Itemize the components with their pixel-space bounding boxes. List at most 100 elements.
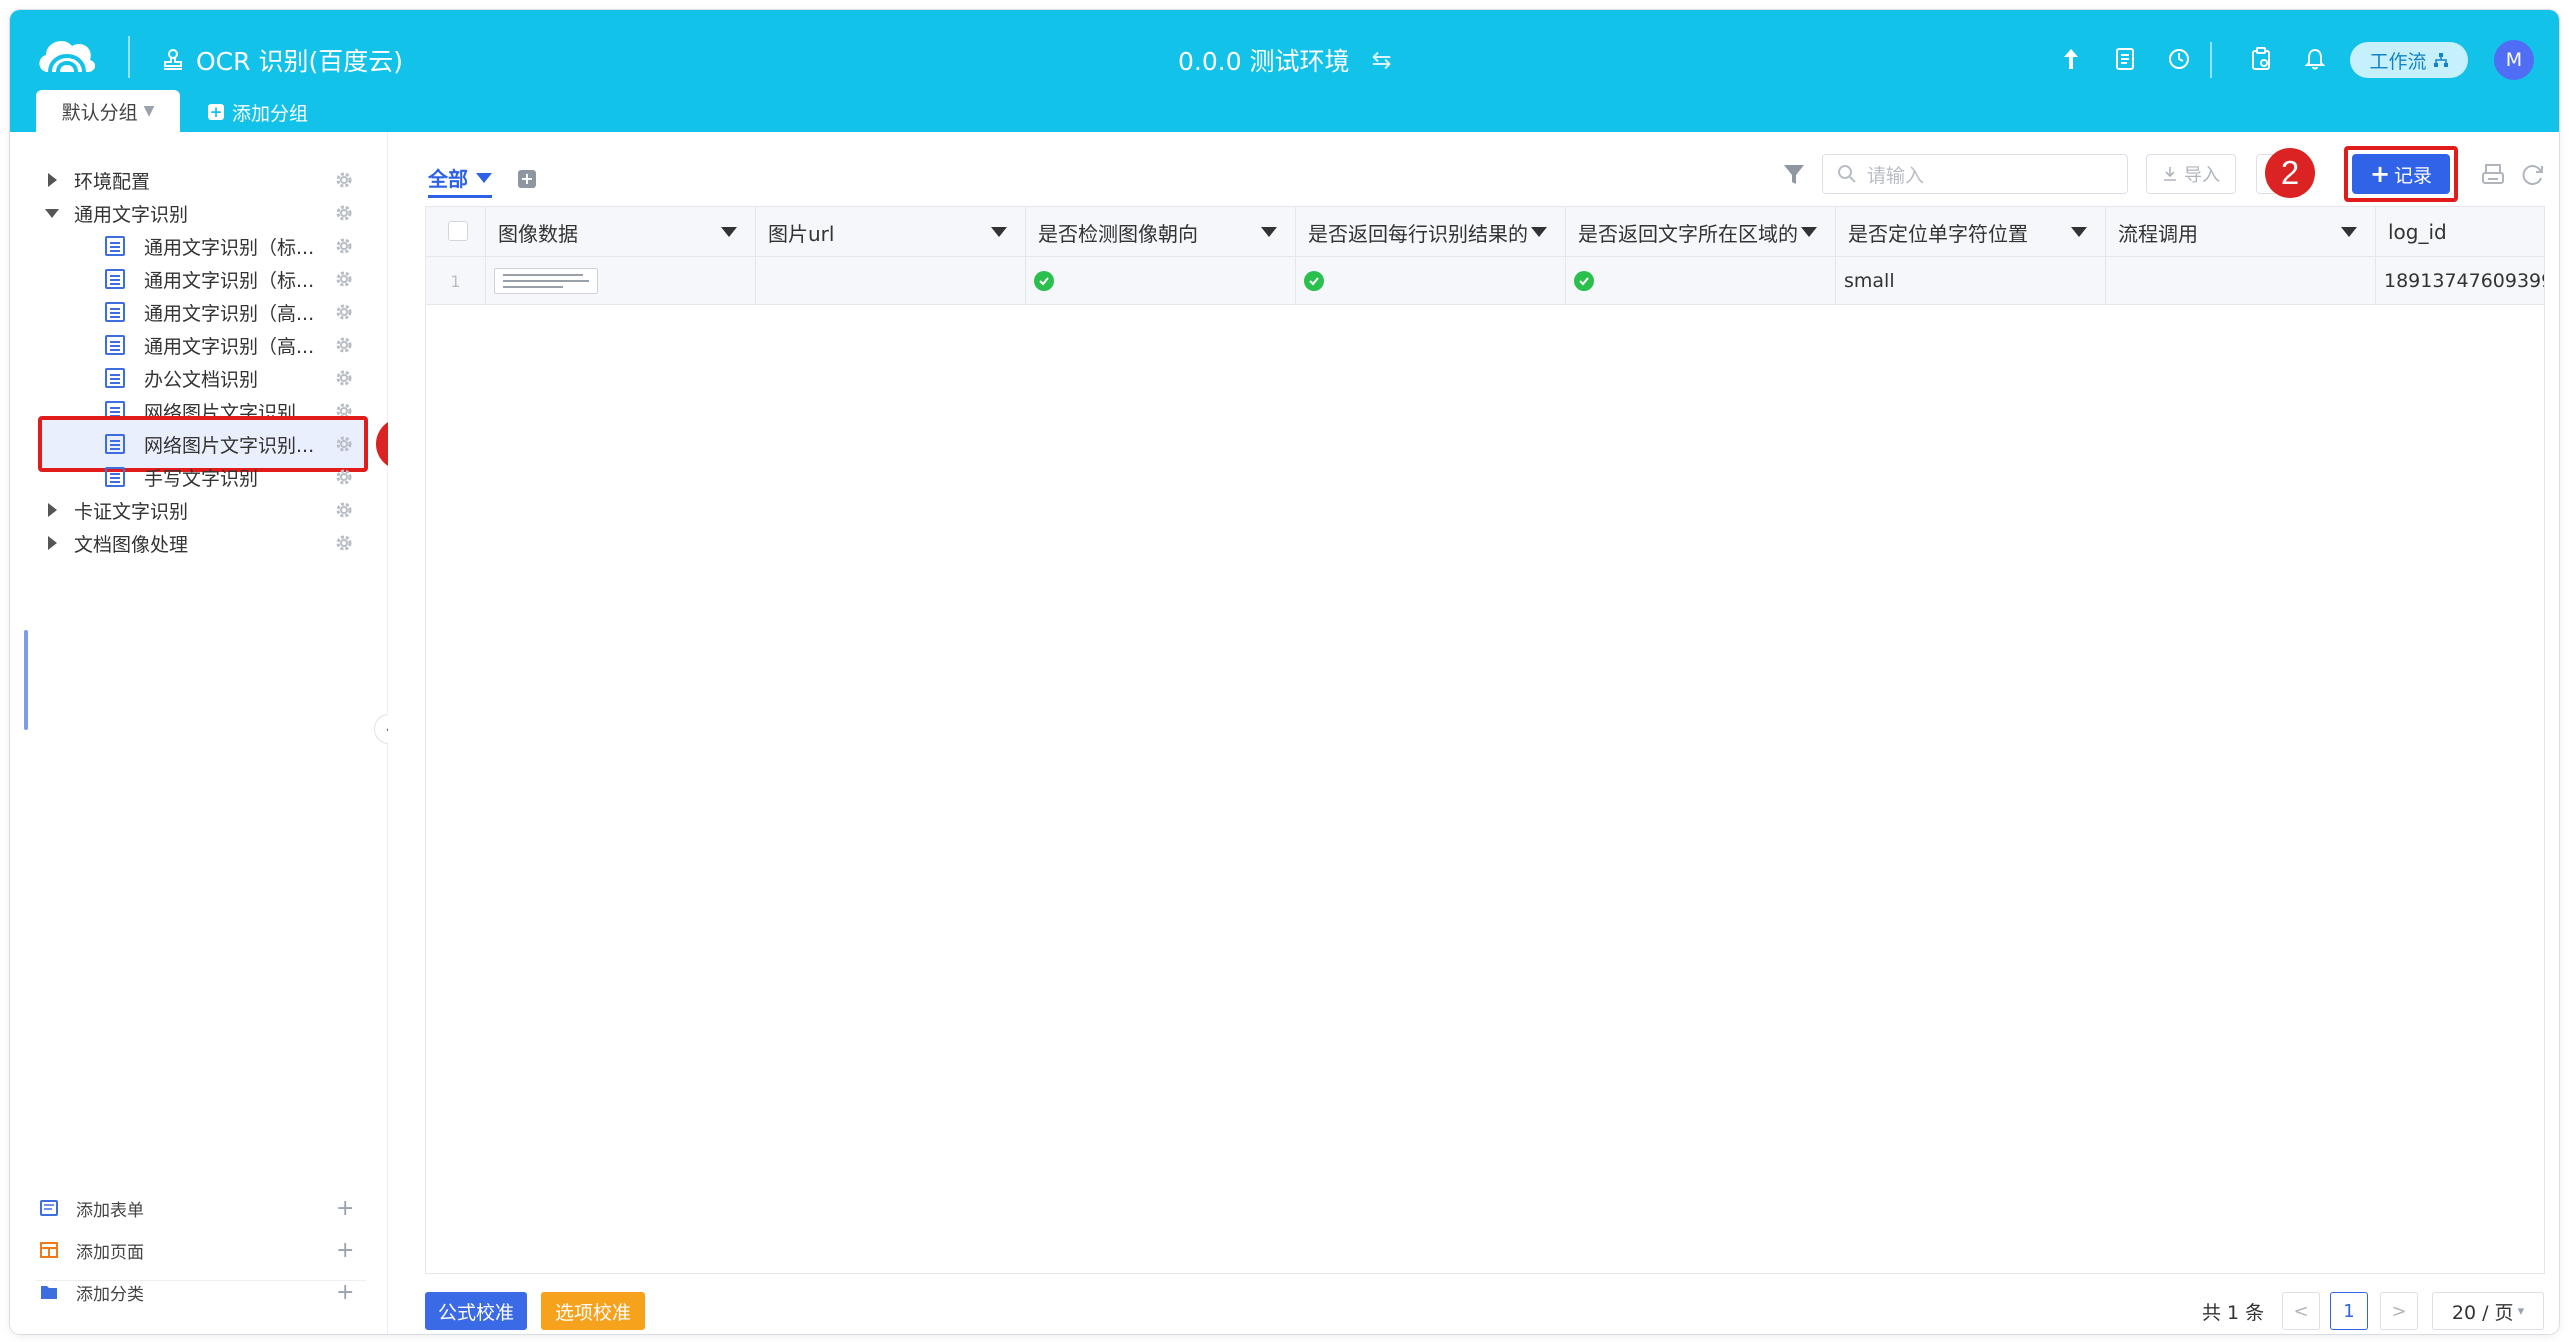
caret-right-icon[interactable] — [48, 173, 57, 187]
table-header: 图像数据 图片url 是否检测图像朝向 是否返回每行识别结果的 是否返回文字所在… — [426, 207, 2544, 257]
column-header[interactable]: 图片url — [756, 207, 1026, 257]
chevron-down-icon: ▼ — [143, 103, 155, 119]
clipboard-icon[interactable] — [2246, 44, 2276, 74]
gear-icon[interactable] — [334, 236, 354, 256]
detect-direction-cell[interactable] — [1026, 257, 1296, 305]
group-tab-default[interactable]: 默认分组 ▼ — [36, 90, 180, 132]
upload-icon[interactable] — [2056, 44, 2086, 74]
column-header[interactable]: 图像数据 — [486, 207, 756, 257]
hierarchy-icon — [2433, 53, 2448, 67]
current-page-button[interactable]: 1 — [2330, 1292, 2368, 1330]
gear-icon[interactable] — [334, 467, 354, 487]
search-icon — [1838, 165, 1856, 183]
stamp-icon — [164, 49, 182, 70]
cloud-logo-icon[interactable] — [34, 28, 100, 78]
region-cell[interactable] — [1566, 257, 1836, 305]
image-data-cell[interactable] — [486, 257, 756, 305]
import-label: 导入 — [2184, 165, 2220, 186]
caret-down-icon[interactable] — [1531, 227, 1547, 237]
plus-icon[interactable]: + — [336, 1238, 354, 1263]
view-tab-all[interactable]: 全部 — [428, 162, 492, 198]
table-icon — [40, 1242, 58, 1258]
add-page-button[interactable]: 添加页面 + — [40, 1230, 370, 1270]
column-header[interactable]: 是否检测图像朝向 — [1026, 207, 1296, 257]
column-header-label: 是否定位单字符位置 — [1848, 221, 2028, 246]
workflow-button[interactable]: 工作流 — [2350, 42, 2468, 78]
gear-icon[interactable] — [334, 533, 354, 553]
add-record-button[interactable]: + 记录 — [2352, 154, 2450, 194]
caret-down-icon[interactable] — [2071, 227, 2087, 237]
header-divider-2 — [2210, 42, 2212, 78]
column-header[interactable]: 是否定位单字符位置 — [1836, 207, 2106, 257]
option-check-button[interactable]: 选项校准 — [541, 1292, 645, 1330]
caret-right-icon[interactable] — [48, 536, 57, 550]
data-table: 图像数据 图片url 是否检测图像朝向 是否返回每行识别结果的 是否返回文字所在… — [425, 206, 2545, 1274]
gear-icon[interactable] — [334, 368, 354, 388]
formula-check-button[interactable]: 公式校准 — [425, 1292, 527, 1330]
search-placeholder: 请输入 — [1867, 164, 1925, 187]
caret-down-icon[interactable] — [1801, 227, 1817, 237]
caret-down-icon[interactable] — [991, 227, 1007, 237]
gear-icon[interactable] — [334, 170, 354, 190]
caret-down-icon[interactable] — [721, 227, 737, 237]
column-header[interactable]: log_id — [2376, 207, 2544, 257]
print-icon[interactable] — [2480, 162, 2506, 188]
column-header[interactable]: 是否返回文字所在区域的 — [1566, 207, 1836, 257]
filter-icon[interactable] — [1782, 162, 1806, 188]
flow-call-cell[interactable] — [2106, 257, 2376, 305]
plus-icon[interactable]: + — [336, 1196, 354, 1221]
add-page-label: 添加页面 — [76, 1242, 144, 1263]
add-form-button[interactable]: 添加表单 + — [40, 1188, 370, 1228]
line-result-cell[interactable] — [1296, 257, 1566, 305]
history-icon[interactable] — [2164, 44, 2194, 74]
gear-icon[interactable] — [334, 500, 354, 520]
page-size-select[interactable]: 20 / 页 ▾ — [2432, 1292, 2544, 1330]
caret-right-icon[interactable] — [48, 503, 57, 517]
user-avatar[interactable]: M — [2494, 40, 2534, 80]
add-group-button[interactable]: + 添加分组 — [208, 94, 308, 130]
page-size-label: 20 / 页 — [2451, 1301, 2514, 1324]
import-button[interactable]: 导入 — [2146, 154, 2236, 194]
caret-down-icon[interactable] — [45, 209, 59, 218]
search-input[interactable]: 请输入 — [1822, 154, 2128, 194]
gear-icon[interactable] — [334, 203, 354, 223]
sidebar-item-doc-image-process[interactable]: 文档图像处理 — [10, 519, 372, 567]
sidebar-scroll-indicator[interactable] — [24, 630, 28, 730]
image-thumbnail[interactable] — [494, 268, 598, 294]
gear-icon[interactable] — [334, 302, 354, 322]
add-form-label: 添加表单 — [76, 1200, 144, 1221]
plus-square-icon: + — [208, 103, 224, 121]
char-position-cell[interactable]: small — [1836, 257, 2106, 305]
gear-icon[interactable] — [334, 335, 354, 355]
add-category-button[interactable]: 添加分类 + — [40, 1272, 370, 1312]
table-row[interactable]: 1 small 18913747609399 — [426, 257, 2544, 305]
select-all-checkbox[interactable] — [448, 221, 468, 241]
prev-page-button[interactable]: < — [2282, 1292, 2320, 1330]
add-category-label: 添加分类 — [76, 1284, 144, 1305]
caret-down-icon[interactable] — [1261, 227, 1277, 237]
top-header: OCR 识别(百度云) 0.0.0 测试环境 ⇆ 工作流 M 默认分组 ▼ + … — [10, 10, 2559, 132]
add-group-label: 添加分组 — [232, 102, 309, 125]
image-url-cell[interactable] — [756, 257, 1026, 305]
download-icon — [2164, 167, 2176, 181]
sidebar: 环境配置 通用文字识别 通用文字识别（标... 通用文字识别（标... 通用文字… — [10, 132, 428, 1334]
column-header-label: 是否返回文字所在区域的 — [1578, 221, 1798, 246]
gear-icon[interactable] — [334, 434, 354, 454]
column-header[interactable]: 流程调用 — [2106, 207, 2376, 257]
form-icon — [105, 236, 125, 256]
environment-selector[interactable]: 0.0.0 测试环境 ⇆ — [1178, 40, 1392, 80]
gear-icon[interactable] — [334, 269, 354, 289]
log-id-cell[interactable]: 18913747609399 — [2376, 257, 2544, 305]
caret-down-icon[interactable] — [2341, 227, 2357, 237]
add-view-icon[interactable]: + — [518, 170, 536, 188]
bell-icon[interactable] — [2300, 44, 2330, 74]
column-header[interactable]: 是否返回每行识别结果的 — [1296, 207, 1566, 257]
next-page-button[interactable]: > — [2380, 1292, 2418, 1330]
document-icon[interactable] — [2110, 44, 2140, 74]
plus-icon[interactable]: + — [336, 1280, 354, 1305]
form-icon — [105, 434, 125, 454]
app-title: OCR 识别(百度云) — [162, 40, 403, 80]
refresh-icon[interactable] — [2520, 162, 2546, 188]
swap-icon[interactable]: ⇆ — [1372, 46, 1392, 74]
caret-down-icon — [476, 172, 492, 183]
